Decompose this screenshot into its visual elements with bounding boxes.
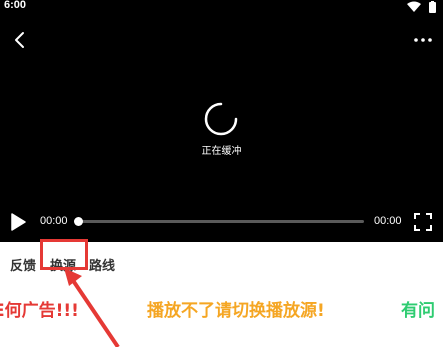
tab-feedback[interactable]: 反馈 [10,255,36,274]
fullscreen-icon[interactable] [414,213,432,231]
wifi-icon [407,1,421,12]
marquee-message: 有问 [401,301,435,321]
total-time: 00:00 [374,215,402,227]
highlight-box [40,239,88,270]
buffering-label: 正在缓冲 [201,146,242,157]
status-icons [407,1,436,13]
play-icon[interactable] [10,213,26,231]
notice-marquee: E何广告!!! 播放不了请切换播放源! 有问 [0,296,443,322]
video-player[interactable]: 6:00 正在缓冲 00:00 00:00 [0,0,443,242]
progress-thumb[interactable] [74,217,83,226]
loading-spinner-icon [204,102,238,136]
current-time: 00:00 [40,215,68,227]
marquee-message: E何广告!!! [0,301,79,321]
status-time: 6:00 [4,0,27,11]
player-controls: 00:00 00:00 [0,205,443,239]
marquee-message: 播放不了请切换播放源! [147,301,325,321]
more-vertical-icon[interactable] [411,30,435,50]
status-bar: 6:00 [0,0,443,14]
battery-icon [429,1,436,13]
progress-bar[interactable] [74,217,364,226]
back-arrow-icon[interactable] [10,30,30,50]
